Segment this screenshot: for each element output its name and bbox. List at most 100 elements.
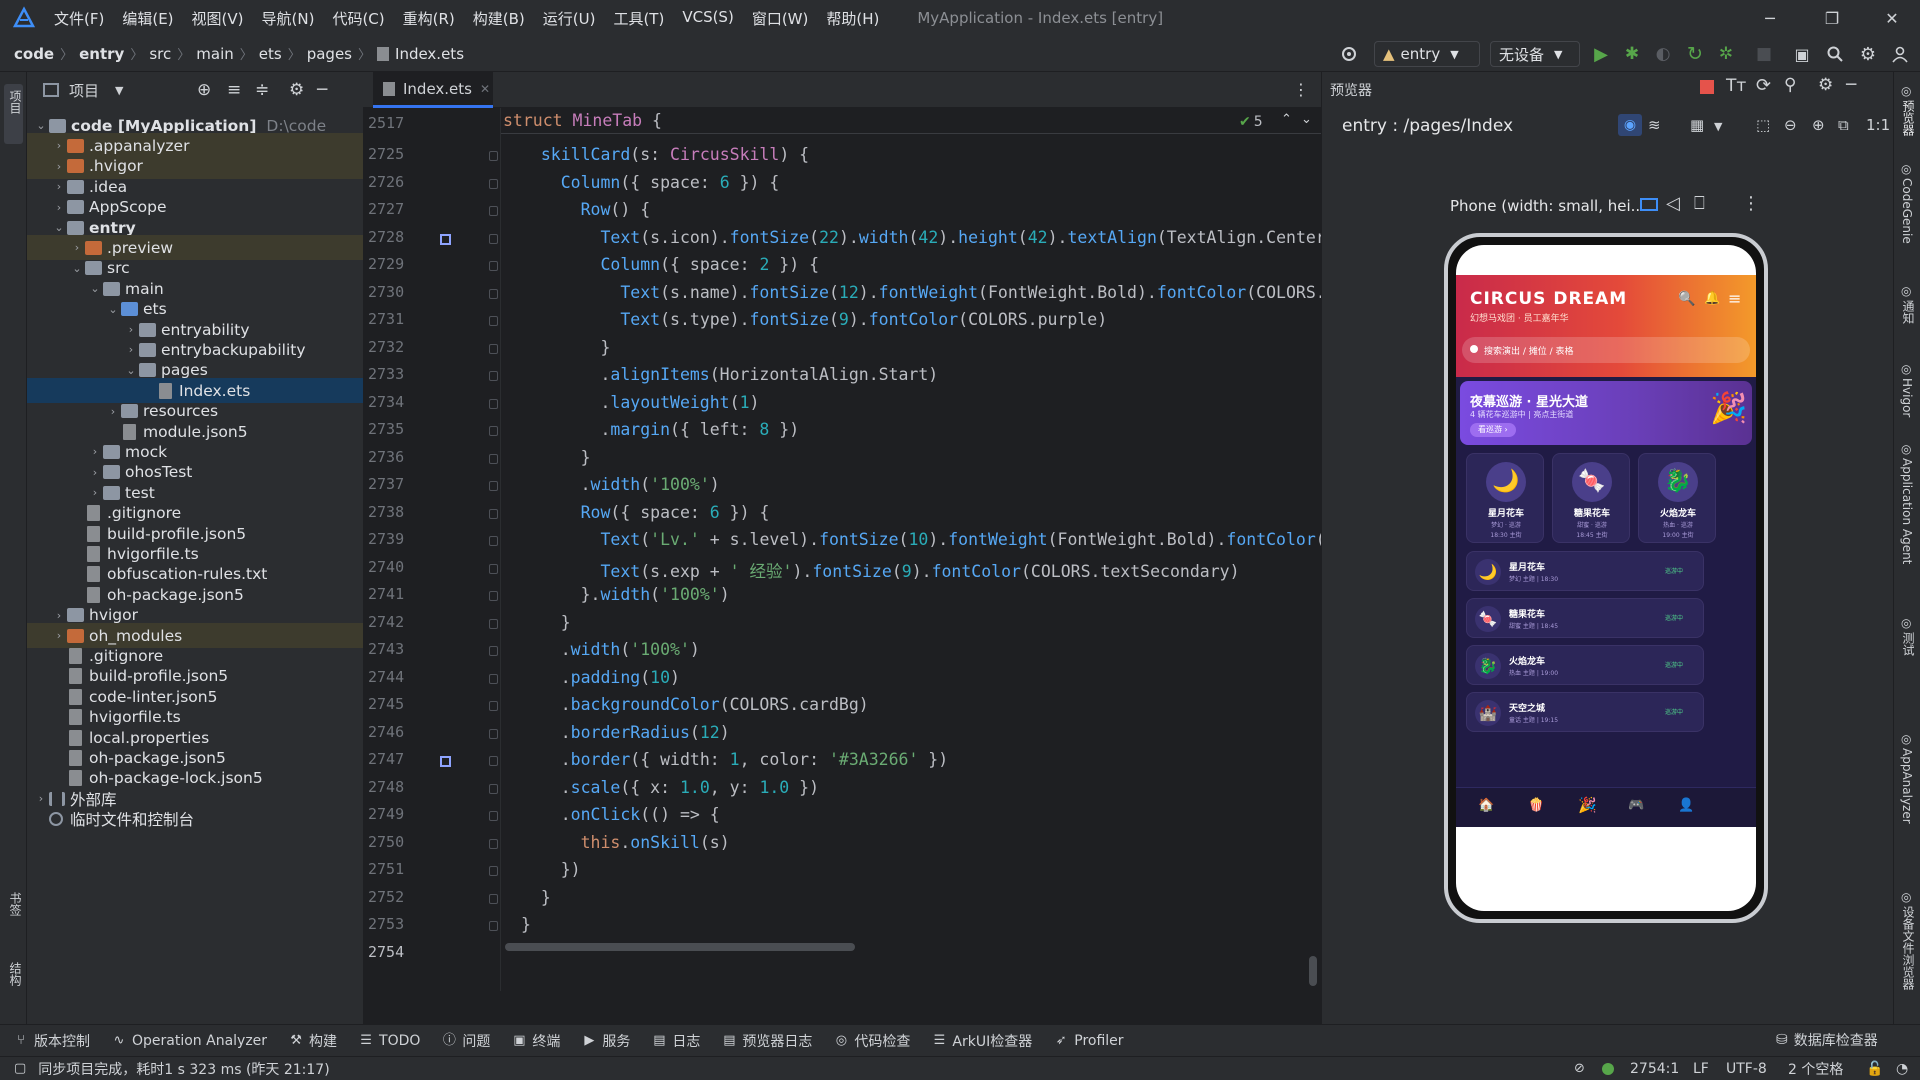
bookmarks-tool-button[interactable]: 书签: [7, 892, 24, 916]
gear-icon[interactable]: ⚙: [1818, 75, 1833, 95]
menu-item[interactable]: 工具(T): [613, 8, 664, 29]
code-line[interactable]: Text(s.exp + ' 经验').fontSize(9).fontColo…: [521, 558, 1239, 582]
menu-item[interactable]: 重构(R): [403, 8, 455, 29]
fold-icon[interactable]: [489, 343, 498, 354]
fold-icon[interactable]: [489, 233, 498, 244]
menu-item[interactable]: VCS(S): [682, 8, 733, 29]
menu-item[interactable]: 窗口(W): [752, 8, 809, 29]
tool-window-icon[interactable]: ◎: [1901, 84, 1911, 98]
horizontal-scrollbar-thumb[interactable]: [505, 943, 855, 951]
bottom-tool-button[interactable]: ▣ 终端: [512, 1031, 560, 1051]
chevron-right-icon[interactable]: ›: [69, 241, 85, 254]
banner-button[interactable]: 看巡游 ›: [1470, 423, 1516, 437]
party-tab-icon[interactable]: 🎉: [1578, 796, 1597, 814]
locate-icon[interactable]: ⊕: [197, 80, 211, 100]
fit-icon[interactable]: ⬚: [1756, 116, 1770, 134]
code-line[interactable]: .backgroundColor(COLORS.cardBg): [521, 695, 869, 714]
breadcrumb-item[interactable]: ets: [259, 45, 282, 63]
menu-icon[interactable]: ≡: [1728, 289, 1741, 308]
structure-tool-button[interactable]: 结构: [7, 962, 24, 986]
chevron-down-icon[interactable]: ⌄: [51, 221, 67, 234]
search-icon[interactable]: [1823, 42, 1847, 66]
fold-icon[interactable]: [489, 646, 498, 656]
fold-icon[interactable]: [489, 673, 498, 684]
chevron-down-icon[interactable]: ⌄: [69, 262, 85, 275]
code-line[interactable]: }.width('100%'): [521, 585, 730, 604]
minimize-button[interactable]: ─: [1746, 0, 1794, 36]
more-icon[interactable]: ⋮: [1742, 193, 1760, 214]
fold-icon[interactable]: [489, 838, 498, 849]
grid-icon[interactable]: ▦: [1690, 116, 1704, 134]
prev-highlight-icon[interactable]: ⌃: [1281, 112, 1292, 127]
lock-icon[interactable]: 🔓: [1866, 1061, 1883, 1077]
line-separator[interactable]: LF: [1693, 1061, 1709, 1077]
expand-all-icon[interactable]: ≡: [227, 80, 241, 100]
zoom-in-icon[interactable]: ⊕: [1812, 116, 1825, 134]
database-inspector-button[interactable]: ⛁ 数据库检查器: [1776, 1030, 1878, 1050]
bottom-tool-button[interactable]: ◎ 代码检查: [834, 1031, 911, 1051]
breadcrumb-item[interactable]: code: [14, 45, 54, 63]
next-highlight-icon[interactable]: ⌄: [1301, 112, 1312, 127]
chevron-right-icon[interactable]: ›: [87, 486, 103, 499]
color-marker-icon[interactable]: [440, 233, 451, 245]
code-line[interactable]: .width('100%'): [521, 475, 720, 494]
code-line[interactable]: Row({ space: 6 }) {: [521, 503, 770, 522]
code-line[interactable]: .alignItems(HorizontalAlign.Start): [521, 365, 938, 384]
apply-changes-icon[interactable]: ↻: [1683, 42, 1707, 66]
chevron-right-icon[interactable]: ›: [33, 792, 49, 805]
close-window-button[interactable]: ✕: [1868, 0, 1916, 36]
tool-window-button[interactable]: 通知: [1900, 300, 1917, 324]
tool-window-icon[interactable]: ◎: [1901, 732, 1911, 746]
fold-icon[interactable]: [489, 426, 498, 436]
profile-icon[interactable]: ✲: [1714, 42, 1738, 66]
actual-size-icon[interactable]: ⧉: [1838, 116, 1849, 134]
chevron-down-icon[interactable]: ⌄: [87, 282, 103, 295]
rotate-icon[interactable]: ⎕: [1694, 193, 1705, 214]
gear-icon[interactable]: ⚙: [289, 80, 304, 100]
code-line[interactable]: .border({ width: 1, color: '#3A3266' }): [521, 750, 948, 769]
code-line[interactable]: Column({ space: 2 }) {: [521, 255, 819, 274]
toggle-panels-icon[interactable]: ▢: [14, 1061, 26, 1076]
code-line[interactable]: Text('Lv.' + s.level).fontSize(10).fontW…: [521, 530, 1321, 549]
menu-item[interactable]: 导航(N): [262, 8, 315, 29]
fold-icon[interactable]: [489, 288, 498, 299]
font-size-icon[interactable]: Tт: [1726, 76, 1746, 96]
fold-icon[interactable]: [489, 371, 498, 381]
bottom-tool-button[interactable]: ▤ 预览器日志: [722, 1031, 812, 1051]
debug-icon[interactable]: ✱: [1620, 42, 1644, 66]
tool-window-icon[interactable]: ◎: [1901, 442, 1911, 456]
bottom-tool-button[interactable]: ⓘ 问题: [442, 1031, 491, 1051]
tool-window-button[interactable]: Application Agent: [1900, 458, 1914, 564]
hide-panel-icon[interactable]: ─: [317, 80, 327, 100]
game-tab-icon[interactable]: 🎮: [1628, 798, 1644, 813]
bottom-tool-button[interactable]: ⚒ 构建: [289, 1031, 337, 1051]
device-frame-icon[interactable]: [1640, 198, 1658, 211]
fold-icon[interactable]: [489, 811, 498, 821]
parade-list-item[interactable]: 🏰 天空之城 童话 主题 | 19:15 巡游中: [1466, 692, 1704, 732]
search-icon[interactable]: 🔍: [1678, 291, 1695, 307]
food-tab-icon[interactable]: 🍿: [1528, 798, 1544, 813]
color-marker-icon[interactable]: [440, 756, 451, 767]
home-tab-icon[interactable]: 🏠: [1478, 798, 1494, 813]
tool-window-button[interactable]: 设备文件浏览器: [1900, 906, 1917, 990]
chevron-down-icon[interactable]: ⌄: [105, 303, 121, 316]
vertical-scrollbar-thumb[interactable]: [1309, 956, 1317, 986]
chevron-right-icon[interactable]: ›: [123, 343, 139, 356]
fold-icon[interactable]: [489, 261, 498, 271]
stop-preview-icon[interactable]: [1700, 80, 1714, 94]
breadcrumb-item[interactable]: main: [196, 45, 233, 63]
caret-position[interactable]: 2754:1: [1630, 1061, 1679, 1077]
menu-item[interactable]: 构建(B): [473, 8, 525, 29]
eye-icon[interactable]: ◉: [1618, 114, 1642, 136]
chevron-down-icon[interactable]: ▼: [115, 84, 123, 97]
bottom-tool-button[interactable]: ∿ Operation Analyzer: [112, 1033, 268, 1049]
bottom-tool-button[interactable]: ▤ 日志: [652, 1031, 700, 1051]
tool-window-icon[interactable]: ◎: [1901, 616, 1911, 630]
project-panel-title[interactable]: 项目: [69, 80, 99, 101]
code-line[interactable]: Row() {: [521, 200, 651, 219]
bell-icon[interactable]: 🔔: [1704, 291, 1720, 306]
tool-window-button[interactable]: AppAnalyzer: [1900, 748, 1914, 824]
chevron-down-icon[interactable]: ⌄: [33, 119, 49, 132]
code-line[interactable]: .padding(10): [521, 668, 680, 687]
chevron-right-icon[interactable]: ›: [51, 160, 67, 173]
